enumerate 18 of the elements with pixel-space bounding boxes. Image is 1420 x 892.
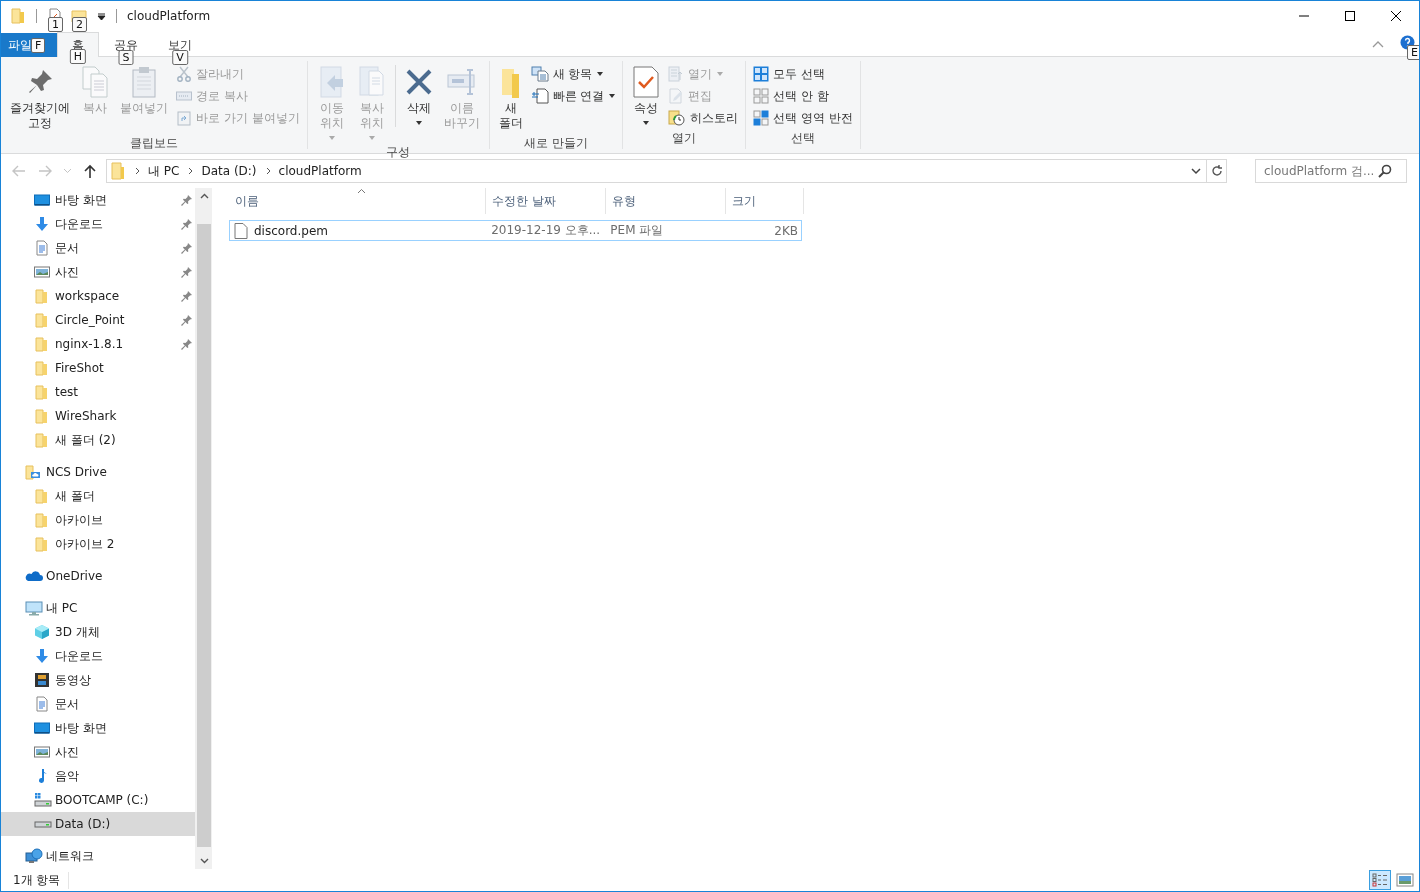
keytip-tooltip: 2 (72, 17, 87, 32)
keytip-tooltip: 1 (48, 17, 63, 32)
keytip-tooltip: E (1407, 45, 1419, 60)
group-label: 선택 (791, 130, 816, 147)
file-name: discord.pem (254, 223, 328, 238)
keytip-tooltip: V (172, 50, 188, 65)
table-cell-text: 2KB (773, 223, 799, 238)
keytip-tooltip: S (118, 50, 134, 65)
group-label: 클립보드 (129, 135, 178, 152)
group-label: 열기 (672, 130, 697, 147)
keytip-tooltip: H (69, 49, 87, 64)
table-cell-text: 2019-12-19 오후... (490, 222, 602, 239)
item-count: 1개 항목 (1, 871, 70, 889)
group-label: 새로 만들기 (524, 135, 588, 152)
window-title: cloudPlatform (127, 9, 211, 23)
group-label: 구성 (386, 144, 411, 161)
keytip-tooltip: F (31, 38, 46, 53)
table-cell-text: PEM 파일 (609, 222, 665, 239)
